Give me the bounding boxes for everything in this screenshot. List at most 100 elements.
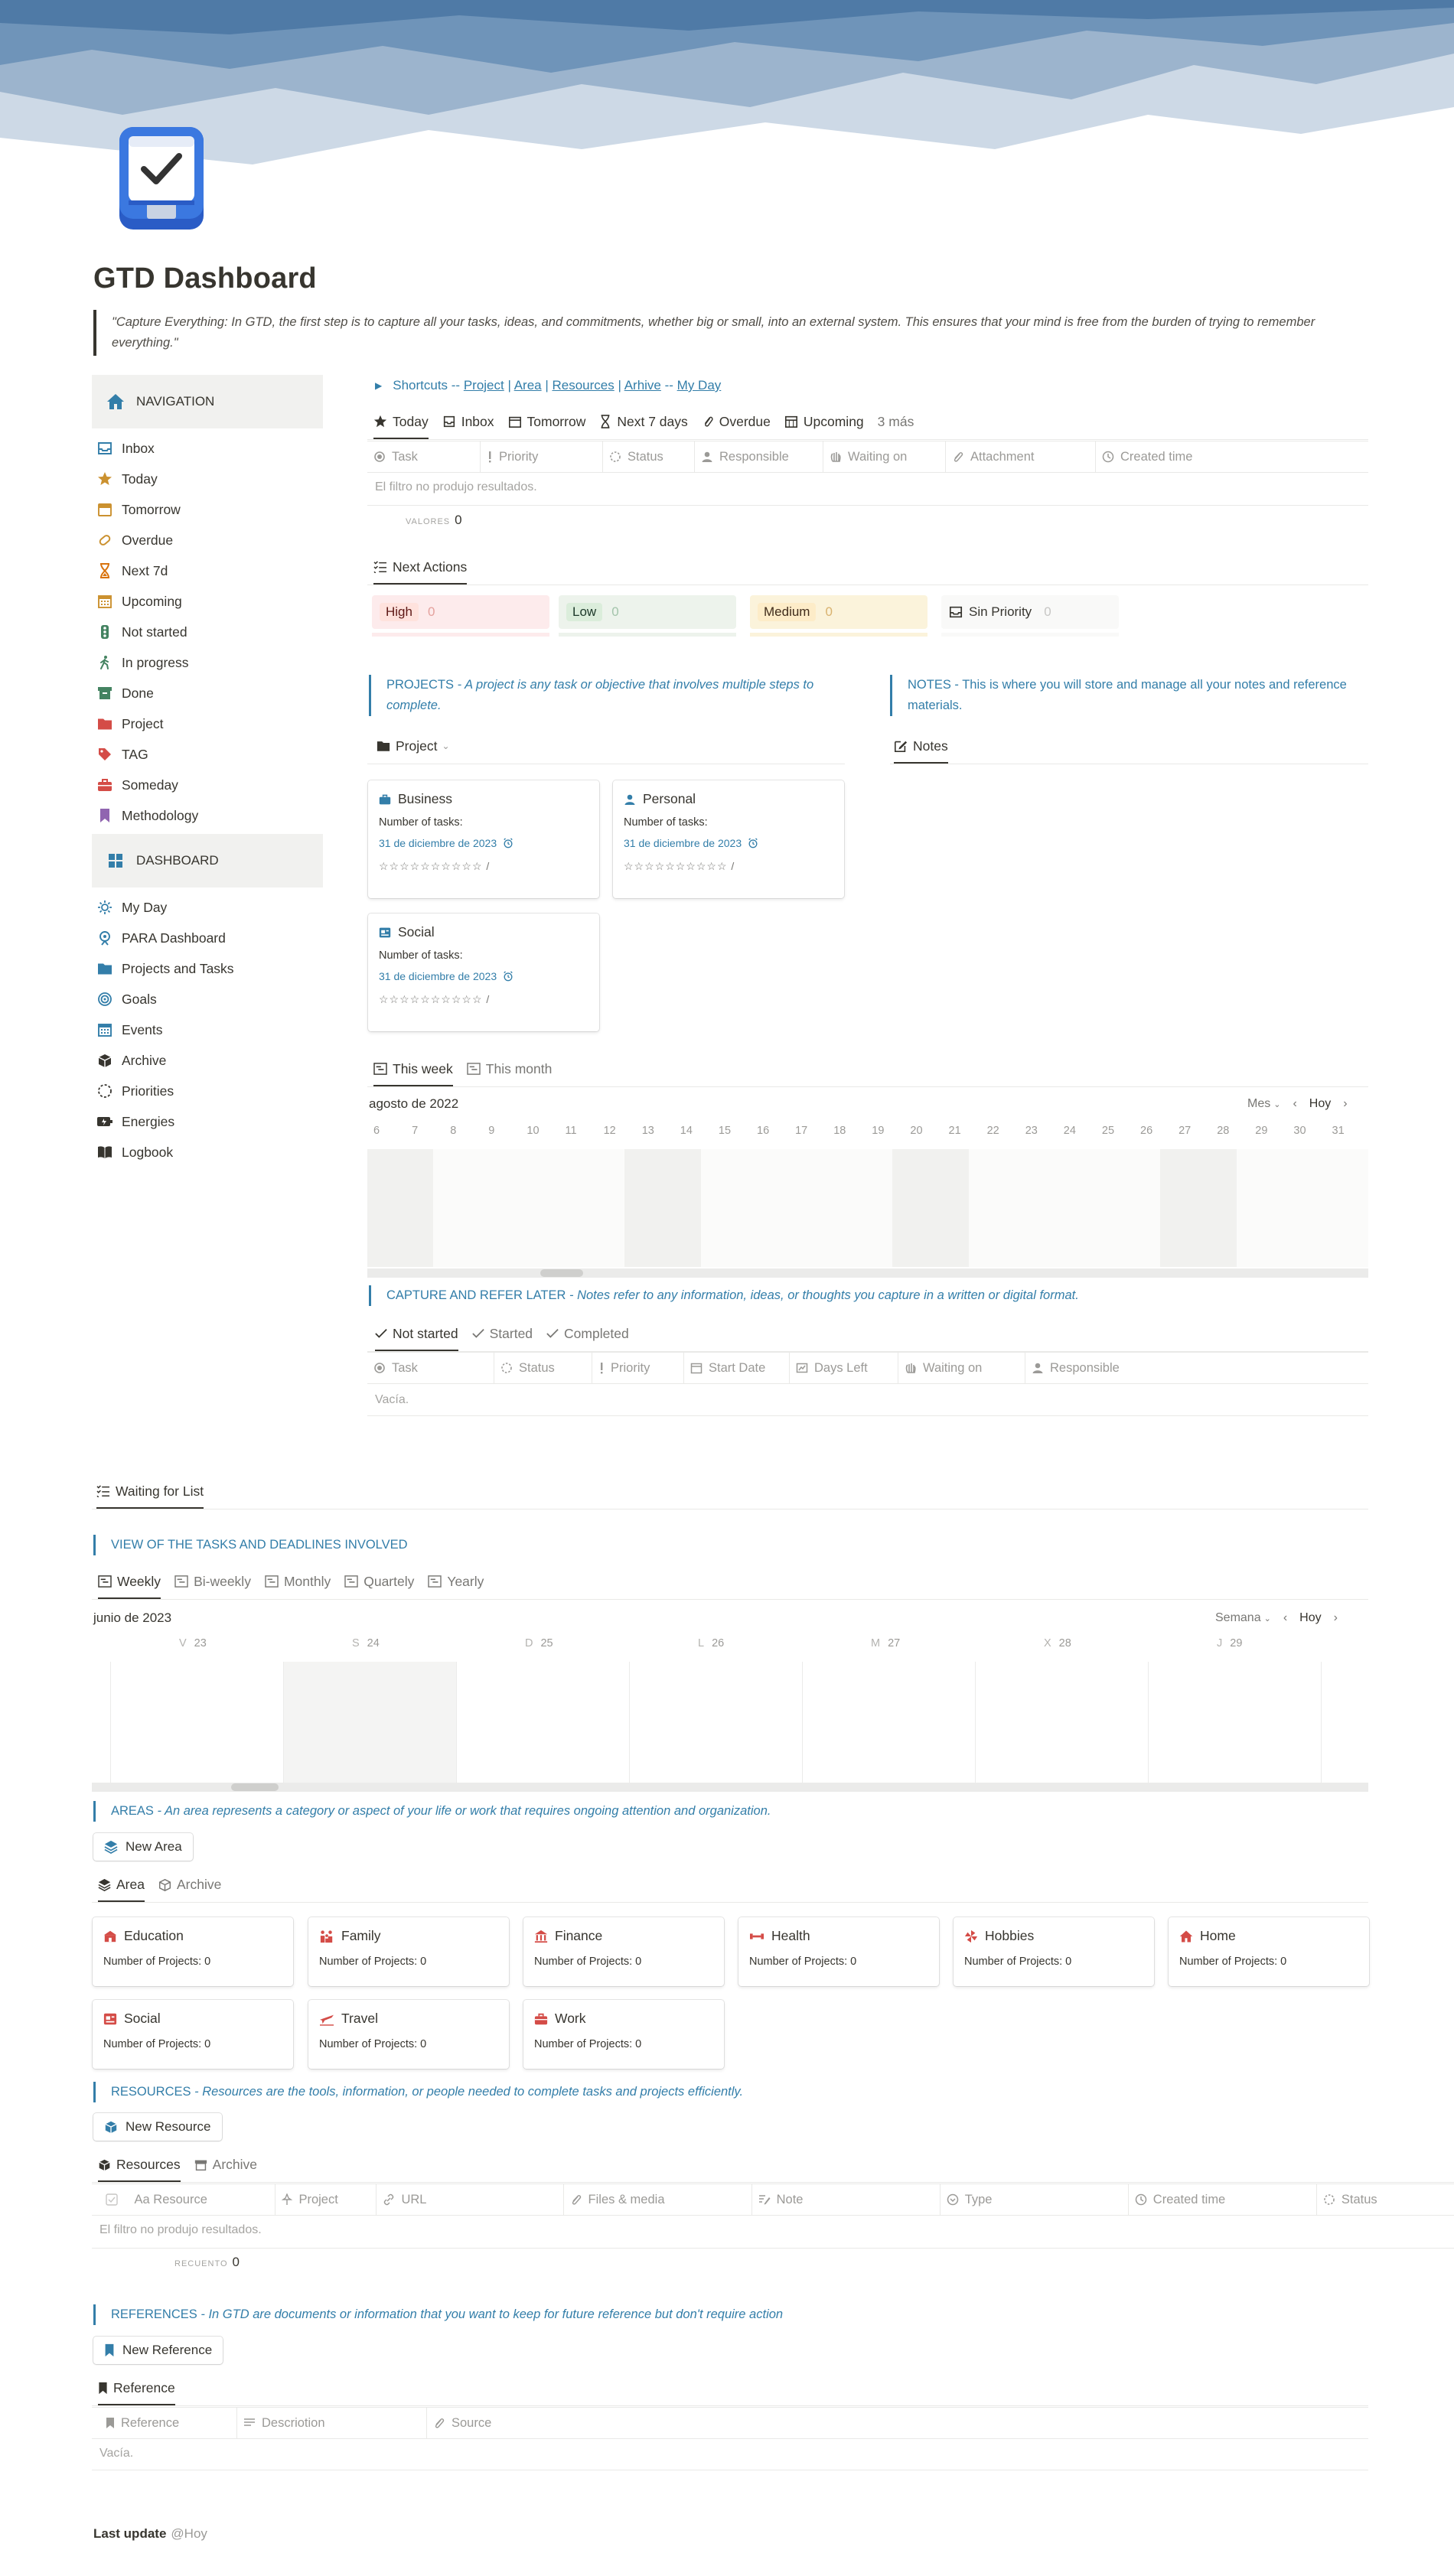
shortcut-link-project[interactable]: Project (464, 378, 504, 392)
deadlines-scale-select[interactable]: Semana (1215, 1611, 1261, 1625)
tab-resources[interactable]: Resources (98, 2150, 181, 2182)
today-button[interactable]: Hoy (1299, 1611, 1321, 1625)
column-header-status[interactable]: Status (1317, 2184, 1454, 2215)
resources-calculation[interactable]: RECUENTO 0 (174, 2255, 240, 2270)
nav-item-tag[interactable]: TAG (96, 739, 148, 770)
last-update-date[interactable]: @Hoy (171, 2526, 207, 2542)
timeline-scrollbar[interactable] (367, 1268, 1368, 1278)
column-header-waiting-on[interactable]: Waiting on (823, 441, 946, 472)
chevron-right-icon[interactable]: › (1343, 1097, 1347, 1111)
column-header-attachment[interactable]: Attachment (946, 441, 1096, 472)
scrollbar-thumb[interactable] (540, 1269, 583, 1277)
area-card-home[interactable]: Home Number of Projects: 0 (1169, 1917, 1369, 1986)
nav-item-priorities[interactable]: Priorities (96, 1076, 174, 1106)
tab-notes[interactable]: Notes (894, 731, 948, 764)
area-card-finance[interactable]: Finance Number of Projects: 0 (523, 1917, 724, 1986)
area-card-hobbies[interactable]: Hobbies Number of Projects: 0 (954, 1917, 1154, 1986)
tab-project[interactable]: Project ⌄ (377, 731, 450, 760)
nav-item-tomorrow[interactable]: Tomorrow (96, 494, 181, 525)
tab-upcoming[interactable]: Upcoming (784, 407, 864, 436)
column-header-created-time[interactable]: Created time (1096, 441, 1368, 472)
column-header-status[interactable]: Status (603, 441, 695, 472)
nav-item-project[interactable]: Project (96, 708, 163, 739)
shortcut-link-my-day[interactable]: My Day (677, 378, 722, 392)
shortcuts-toggle[interactable]: ▶ Shortcuts -- Project | Area | Resource… (375, 378, 721, 393)
nav-item-logbook[interactable]: Logbook (96, 1137, 173, 1168)
nav-item-overdue[interactable]: Overdue (96, 525, 173, 555)
tab-next-actions[interactable]: Next Actions (373, 552, 468, 585)
project-card-business[interactable]: Business Number of tasks: 31 de diciembre … (368, 780, 599, 898)
tab-this-week[interactable]: This week (373, 1054, 453, 1086)
tab-waiting-for-list[interactable]: Waiting for List (96, 1477, 204, 1509)
nav-item-not-started[interactable]: Not started (96, 617, 187, 647)
project-card-social[interactable]: Social Number of tasks: 31 de diciembre de… (368, 913, 599, 1031)
column-header-waiting-on[interactable]: Waiting on (898, 1353, 1025, 1383)
nav-item-done[interactable]: Done (96, 678, 154, 708)
nav-item-in-progress[interactable]: In progress (96, 647, 189, 678)
tab-next-7-days[interactable]: Next 7 days (599, 407, 688, 436)
tab-yearly[interactable]: Yearly (428, 1567, 484, 1596)
nav-item-inbox[interactable]: Inbox (96, 433, 155, 464)
nav-item-archive[interactable]: Archive (96, 1045, 166, 1076)
new-reference-button[interactable]: New Reference (93, 2337, 223, 2364)
tab-weekly[interactable]: Weekly (98, 1567, 161, 1599)
nav-item-methodology[interactable]: Methodology (96, 800, 198, 831)
tab-area[interactable]: Area (98, 1870, 145, 1902)
tab-completed[interactable]: Completed (546, 1319, 629, 1348)
column-header-days-left[interactable]: Days Left (790, 1353, 898, 1383)
column-header-created-time[interactable]: Created time (1129, 2184, 1317, 2215)
new-resource-button[interactable]: New Resource (93, 2113, 222, 2141)
tab-area-archive[interactable]: Archive (158, 1870, 221, 1899)
column-header-task[interactable]: Task (367, 441, 481, 472)
column-header-reference[interactable]: Reference (99, 2408, 237, 2438)
timeline-scale-select[interactable]: Mes (1247, 1097, 1270, 1111)
area-card-education[interactable]: Education Number of Projects: 0 (93, 1917, 293, 1986)
nav-item-goals[interactable]: Goals (96, 984, 157, 1014)
column-header-aa-resource[interactable]: Aa Resource (129, 2184, 276, 2215)
column-header-project[interactable]: Project (275, 2184, 377, 2215)
shortcut-link-area[interactable]: Area (514, 378, 542, 392)
column-header-source[interactable]: Source (427, 2408, 1368, 2438)
chevron-right-icon[interactable]: › (1334, 1611, 1338, 1625)
column-header-url[interactable]: URL (377, 2184, 564, 2215)
nav-item-today[interactable]: Today (96, 464, 158, 494)
nav-item-projects-and-tasks[interactable]: Projects and Tasks (96, 953, 234, 984)
more-views-button[interactable]: 3 más (878, 407, 914, 436)
new-area-button[interactable]: New Area (93, 1833, 193, 1861)
project-card-personal[interactable]: Personal Number of tasks: 31 de diciembre … (613, 780, 844, 898)
tab-monthly[interactable]: Monthly (265, 1567, 331, 1596)
priority-group-sin-priority[interactable]: Sin Priority 0 (941, 595, 1119, 637)
nav-item-my-day[interactable]: My Day (96, 892, 167, 923)
column-header-descriotion[interactable]: Descriotion (237, 2408, 427, 2438)
tasks-calculation[interactable]: VALORES 0 (406, 513, 462, 528)
column-header-files-media[interactable]: Files & media (564, 2184, 752, 2215)
nav-item-upcoming[interactable]: Upcoming (96, 586, 182, 617)
column-header-type[interactable]: Type (941, 2184, 1129, 2215)
nav-item-energies[interactable]: Energies (96, 1106, 174, 1137)
nav-item-next-7d[interactable]: Next 7d (96, 555, 168, 586)
nav-item-someday[interactable]: Someday (96, 770, 178, 800)
shortcut-link-arhive[interactable]: Arhive (624, 378, 661, 392)
column-header-task[interactable]: Task (367, 1353, 494, 1383)
tab-tomorrow[interactable]: Tomorrow (508, 407, 585, 436)
tab-quartely[interactable]: Quartely (344, 1567, 414, 1596)
priority-group-high[interactable]: High 0 (372, 595, 549, 637)
scrollbar-thumb[interactable] (231, 1783, 279, 1791)
column-header-responsible[interactable]: Responsible (1025, 1353, 1368, 1383)
deadlines-scrollbar[interactable] (92, 1783, 1368, 1792)
chevron-left-icon[interactable]: ‹ (1283, 1611, 1287, 1625)
tab-reference[interactable]: Reference (98, 2373, 175, 2405)
tab-bi-weekly[interactable]: Bi-weekly (174, 1567, 251, 1596)
column-header-start-date[interactable]: Start Date (684, 1353, 790, 1383)
chevron-left-icon[interactable]: ‹ (1293, 1097, 1296, 1111)
tab-started[interactable]: Started (471, 1319, 533, 1348)
area-card-social[interactable]: Social Number of Projects: 0 (93, 2000, 293, 2069)
tab-today[interactable]: Today (373, 407, 429, 439)
column-header-note[interactable]: Note (752, 2184, 941, 2215)
column-header-priority[interactable]: Priority (481, 441, 603, 472)
today-button[interactable]: Hoy (1309, 1097, 1331, 1111)
tab-not-started[interactable]: Not started (375, 1319, 458, 1351)
priority-group-medium[interactable]: Medium 0 (750, 595, 927, 637)
select-all-checkbox[interactable] (99, 2184, 129, 2215)
tab-overdue[interactable]: Overdue (702, 407, 771, 436)
